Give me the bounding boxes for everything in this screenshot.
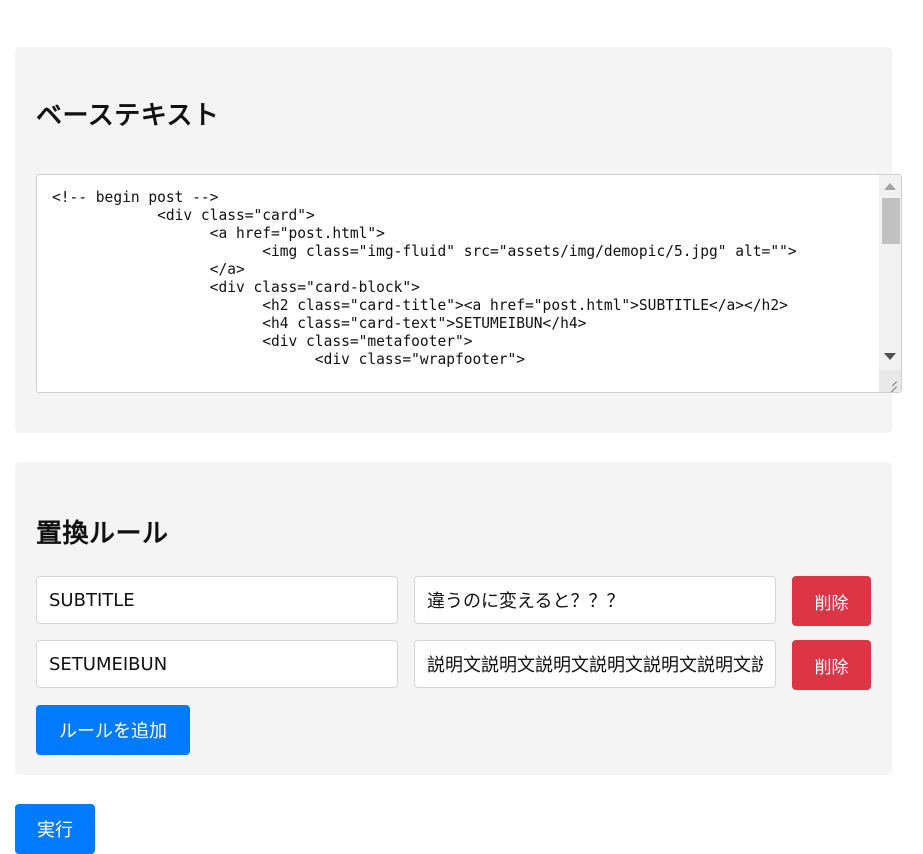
run-button[interactable]: 実行 — [15, 804, 95, 854]
scroll-thumb[interactable] — [882, 198, 900, 244]
resize-grip-icon[interactable] — [879, 370, 901, 392]
replace-rules-panel: 置換ルール 削除 削除 ルールを追加 — [15, 462, 892, 775]
scroll-down-arrow-icon[interactable] — [884, 353, 896, 360]
rule-replace-input[interactable] — [414, 576, 776, 624]
base-text-textarea[interactable]: <!-- begin post --> <div class="card"> <… — [36, 174, 902, 393]
base-text-panel: ベーステキスト <!-- begin post --> <div class="… — [15, 47, 902, 433]
add-rule-button[interactable]: ルールを追加 — [36, 705, 190, 755]
delete-rule-button[interactable]: 削除 — [792, 576, 871, 626]
base-text-content[interactable]: <!-- begin post --> <div class="card"> <… — [52, 188, 849, 368]
base-text-title: ベーステキスト — [36, 101, 220, 131]
delete-rule-button[interactable]: 削除 — [792, 640, 871, 690]
rule-replace-input[interactable] — [414, 640, 776, 688]
rule-search-input[interactable] — [36, 640, 398, 688]
scroll-up-arrow-icon[interactable] — [884, 183, 896, 190]
rule-search-input[interactable] — [36, 576, 398, 624]
replace-rules-title: 置換ルール — [36, 519, 169, 549]
textarea-scrollbar[interactable] — [879, 175, 901, 392]
